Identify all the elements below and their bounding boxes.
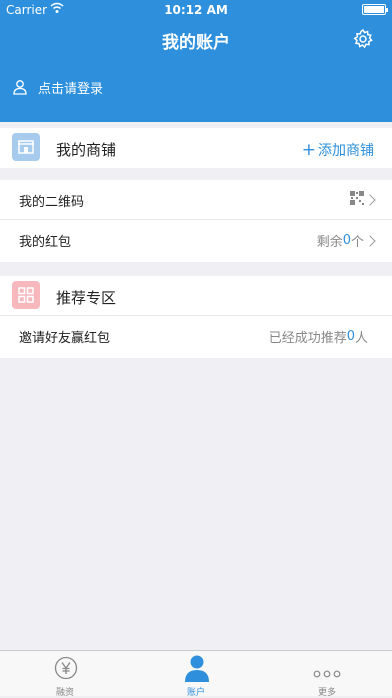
app-header: Carrier 10:12 AM 我的账户 点击请登录	[0, 0, 392, 122]
recommend-grid-icon	[12, 281, 40, 309]
redpacket-label: 我的红包	[19, 235, 72, 250]
plus-icon: +	[301, 140, 316, 160]
invite-right: 已经成功推荐 0 人	[269, 327, 368, 346]
qrcode-label: 我的二维码	[19, 195, 85, 210]
invite-count: 0	[346, 329, 355, 344]
qrcode-right	[350, 191, 376, 209]
invite-unit: 人	[354, 331, 368, 346]
login-link[interactable]: 点击请登录	[12, 76, 103, 98]
tab-bar: 融资 账户 更多	[0, 650, 392, 698]
person-icon	[184, 654, 210, 686]
recommend-section: 推荐专区 邀请好友赢红包 已经成功推荐 0 人	[0, 276, 392, 358]
tab-label: 融资	[55, 688, 74, 698]
page-title: 我的账户	[162, 33, 230, 53]
redpacket-prefix: 剩余	[316, 235, 343, 250]
add-shop-button[interactable]: + 添加商铺	[302, 140, 374, 160]
tab-more[interactable]: 更多	[262, 651, 392, 698]
status-bar: Carrier 10:12 AM	[0, 0, 392, 20]
shop-title: 我的商铺	[56, 141, 117, 159]
qrcode-icon	[350, 191, 364, 209]
chevron-right-icon	[364, 234, 376, 247]
recommend-title: 推荐专区	[56, 289, 117, 307]
tab-account[interactable]: 账户	[131, 651, 261, 698]
invite-prefix: 已经成功推荐	[268, 331, 347, 346]
settings-gear-icon[interactable]	[352, 28, 374, 50]
tab-label: 账户	[186, 688, 205, 698]
person-outline-icon	[12, 79, 28, 95]
redpacket-unit: 个	[350, 235, 364, 250]
add-shop-label: 添加商铺	[318, 143, 374, 159]
invite-label: 邀请好友赢红包	[19, 331, 111, 346]
recommend-header: 推荐专区	[0, 276, 392, 316]
menu-section: 我的二维码 我的红包 剩余 0 个	[0, 180, 392, 262]
more-dots-icon	[313, 663, 341, 682]
redpacket-row[interactable]: 我的红包 剩余 0 个	[0, 220, 392, 260]
qrcode-row[interactable]: 我的二维码	[0, 180, 392, 220]
shop-icon	[12, 133, 40, 161]
tab-financing[interactable]: 融资	[0, 651, 130, 698]
login-text: 点击请登录	[38, 81, 104, 97]
chevron-right-icon	[364, 194, 376, 206]
shop-section: 我的商铺 + 添加商铺	[0, 128, 392, 168]
yen-icon	[54, 656, 78, 684]
status-time: 10:12 AM	[164, 3, 228, 17]
shop-header: 我的商铺 + 添加商铺	[0, 128, 392, 170]
battery-icon	[362, 4, 388, 15]
invite-row[interactable]: 邀请好友赢红包 已经成功推荐 0 人	[0, 316, 392, 358]
redpacket-right: 剩余 0 个	[316, 231, 376, 250]
tab-label: 更多	[317, 688, 336, 698]
redpacket-count: 0	[342, 233, 351, 248]
